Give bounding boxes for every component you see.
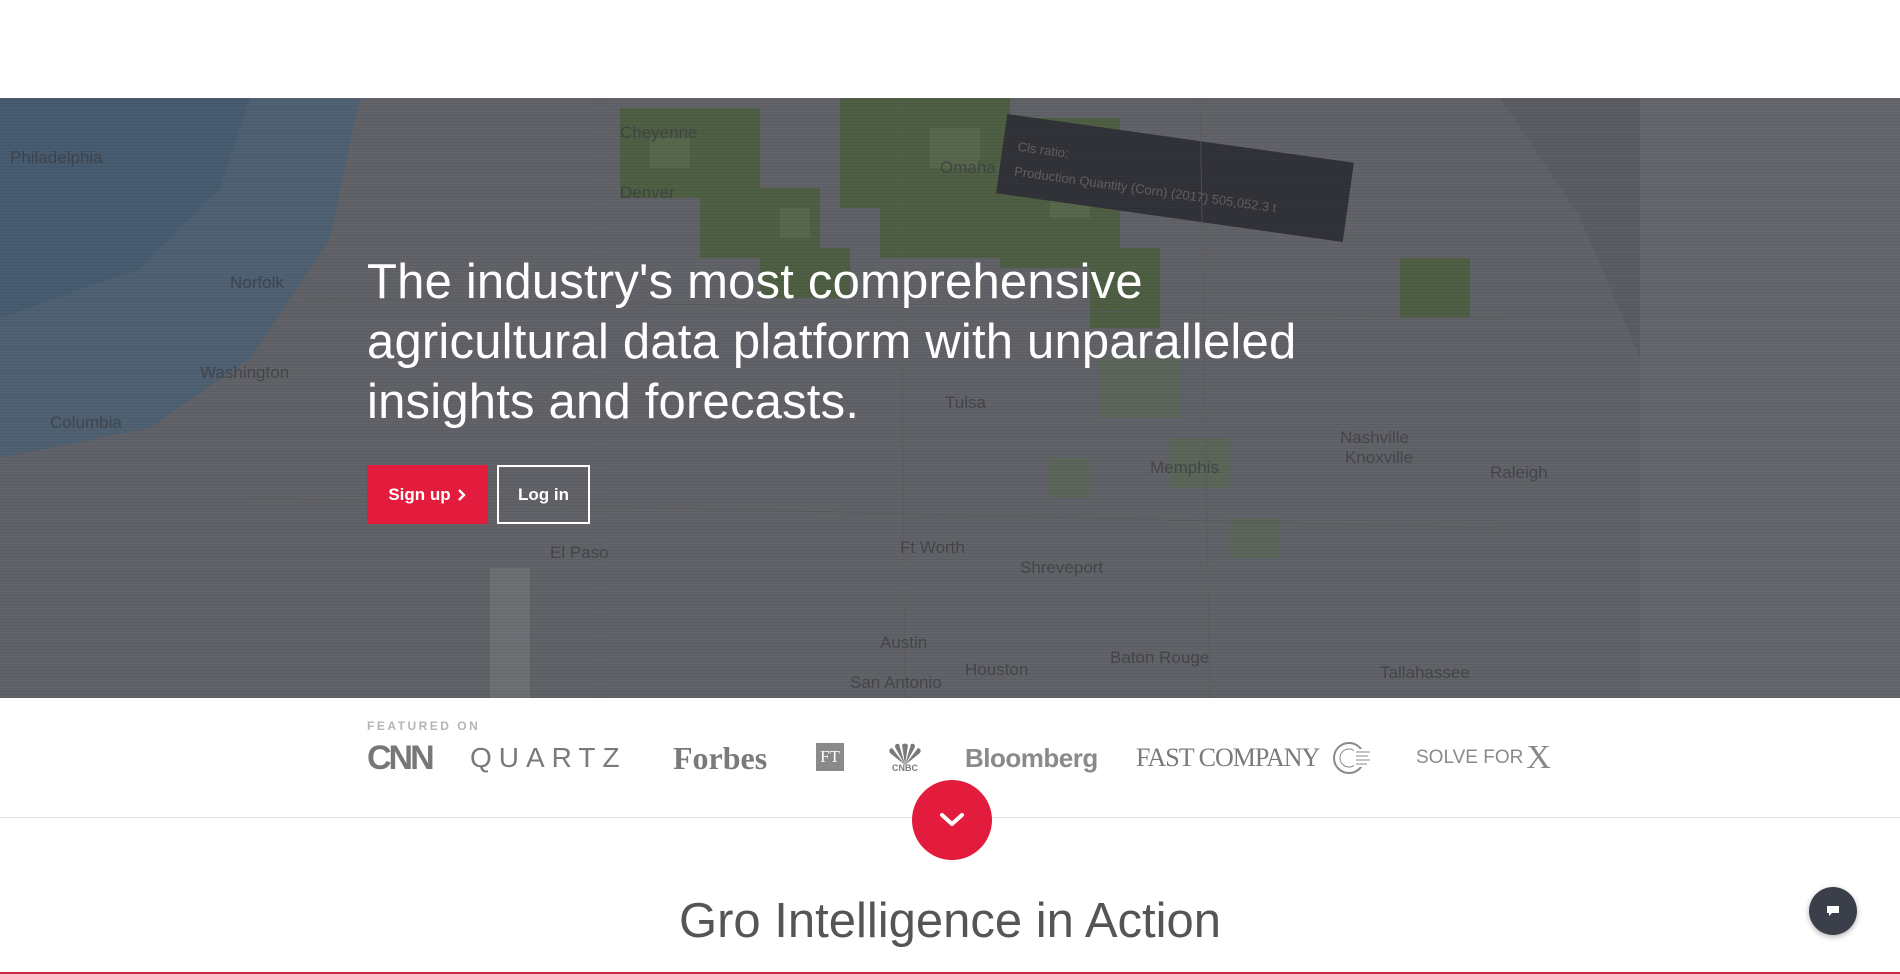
chat-bubble-icon <box>1827 906 1839 916</box>
cnbc-logo: CNBC <box>884 738 926 778</box>
sign-up-button[interactable]: Sign up <box>367 465 488 524</box>
log-in-label: Log in <box>518 484 569 504</box>
quartz-logo: QUARTZ <box>470 742 627 773</box>
sign-up-label: Sign up <box>388 484 451 504</box>
ft-logo: FT <box>816 743 844 771</box>
section-heading: Gro Intelligence in Action <box>678 894 1222 948</box>
hero-headline: The industry's most comprehensive agricu… <box>367 255 1297 429</box>
featured-on-label: FEATURED ON <box>367 719 481 733</box>
log-in-button[interactable]: Log in <box>497 465 590 524</box>
fast-company-logo: FAST COMPANY <box>1136 743 1320 772</box>
cnbc-peacock-icon <box>889 743 921 765</box>
cnn-logo: CNN <box>367 738 435 777</box>
chat-launcher-button[interactable] <box>1809 887 1857 935</box>
scroll-down-button[interactable] <box>912 780 992 860</box>
bloomberg-logo: Bloomberg <box>965 742 1098 773</box>
top-navigation-bar <box>0 0 1900 98</box>
forbes-logo: Forbes <box>673 739 768 776</box>
chevron-right-icon <box>457 486 467 504</box>
solve-for-x-logo: SOLVE FOR X <box>1416 739 1551 776</box>
chevron-down-icon <box>940 813 964 826</box>
cdf-seal-logo <box>1332 738 1374 778</box>
